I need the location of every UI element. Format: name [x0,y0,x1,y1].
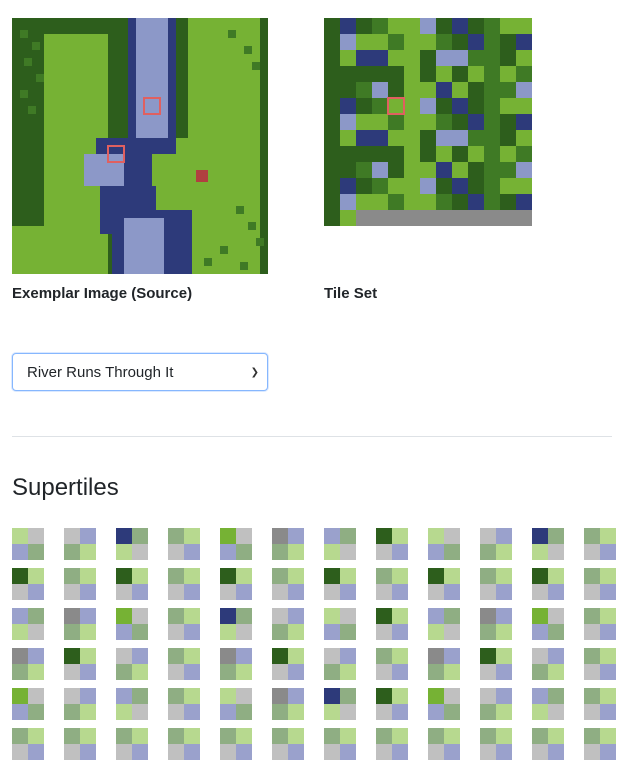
supertile [480,648,512,680]
supertile [220,608,252,640]
supertile [584,568,616,600]
supertile [480,688,512,720]
supertile [64,688,96,720]
supertile [324,528,356,560]
supertile [12,528,44,560]
supertile [324,648,356,680]
supertile [532,568,564,600]
supertile [272,608,304,640]
supertile [220,728,252,760]
supertile [324,688,356,720]
supertile [168,608,200,640]
supertile [532,688,564,720]
supertile [584,688,616,720]
supertile [64,528,96,560]
supertile [116,528,148,560]
supertile [116,568,148,600]
supertile [64,608,96,640]
supertile [12,608,44,640]
supertile [272,568,304,600]
supertile [220,648,252,680]
supertile [376,608,408,640]
exemplar-caption: Exemplar Image (Source) [12,285,193,302]
supertile [428,688,460,720]
divider [12,436,612,437]
supertile [168,688,200,720]
supertile [272,688,304,720]
supertile [376,568,408,600]
supertile [116,608,148,640]
supertile [168,648,200,680]
supertile [532,728,564,760]
preset-select[interactable]: River Runs Through It ❯ [12,353,268,391]
supertile [584,648,616,680]
supertiles-heading: Supertiles [12,474,119,501]
supertile [324,568,356,600]
supertile [272,648,304,680]
supertile [272,528,304,560]
supertile [428,608,460,640]
supertile [532,608,564,640]
supertile [376,648,408,680]
tileset-caption: Tile Set [324,285,378,302]
supertile [480,568,512,600]
preset-select-value: River Runs Through It [27,363,174,381]
supertile [480,608,512,640]
supertile [272,728,304,760]
supertile [116,688,148,720]
supertile [376,728,408,760]
supertile [220,528,252,560]
supertile [168,568,200,600]
supertile [324,608,356,640]
supertile [584,528,616,560]
supertile [376,528,408,560]
supertile [116,648,148,680]
supertile [64,648,96,680]
supertile [168,528,200,560]
supertile [480,728,512,760]
supertile [428,728,460,760]
chevron-down-icon: ❯ [250,366,259,378]
supertile [532,648,564,680]
supertile [428,648,460,680]
supertile [428,528,460,560]
supertile [584,608,616,640]
supertile [12,568,44,600]
supertile [12,648,44,680]
supertile [12,728,44,760]
supertile [220,568,252,600]
supertile [220,688,252,720]
supertile [168,728,200,760]
supertile [584,728,616,760]
exemplar-image [12,18,268,274]
supertile [532,528,564,560]
supertile [480,528,512,560]
supertile [376,688,408,720]
supertile [12,688,44,720]
tile-set-image [324,18,532,226]
supertile [428,568,460,600]
supertile [324,728,356,760]
supertile [64,728,96,760]
supertile [116,728,148,760]
supertile [64,568,96,600]
